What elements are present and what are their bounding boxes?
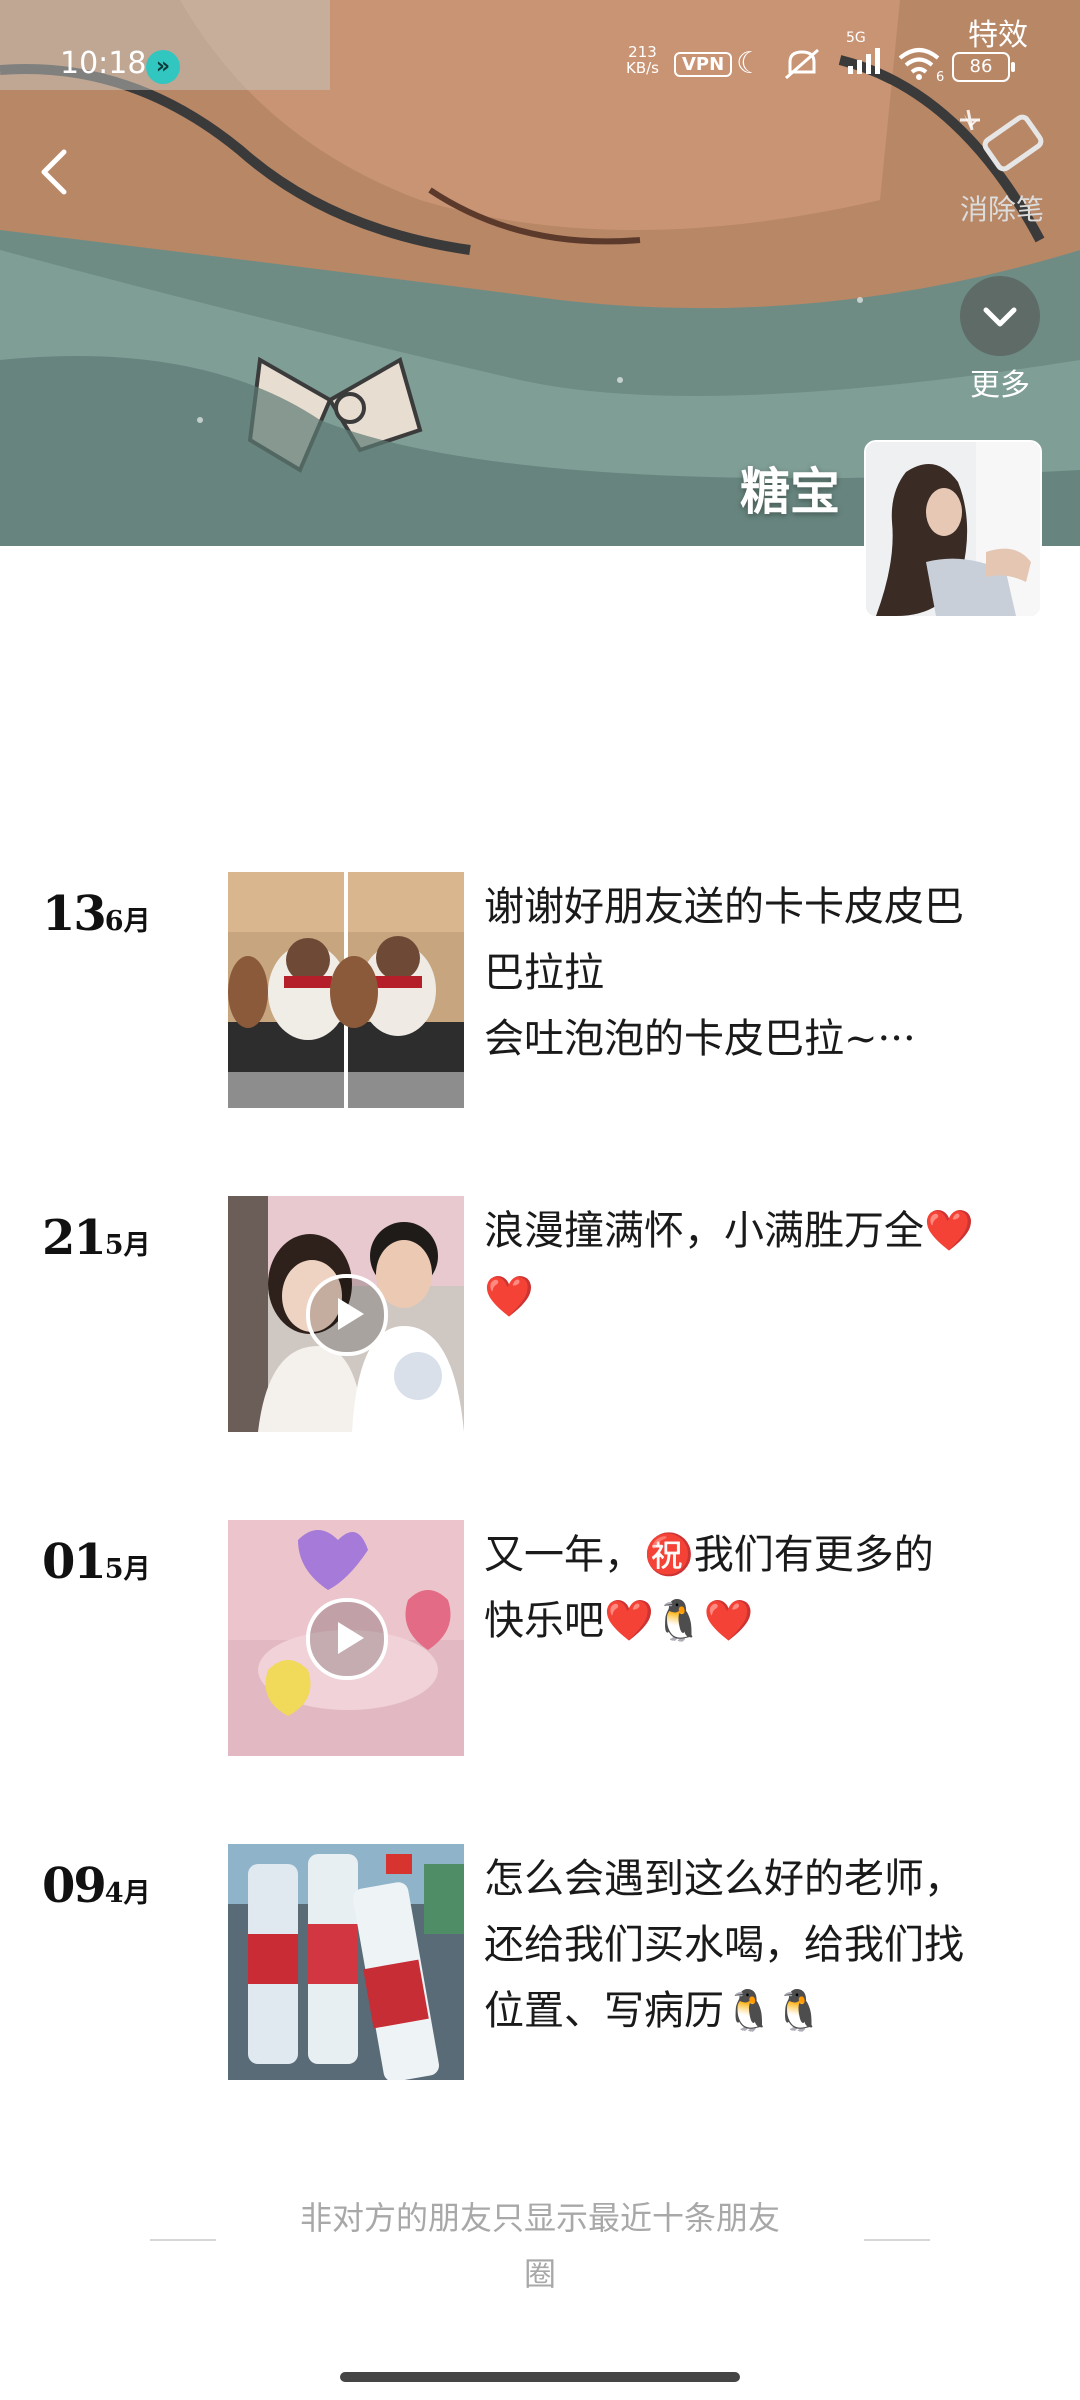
caption-line: 还给我们买水喝，给我们找 [484,1922,964,1968]
post-caption: 怎么会遇到这么好的老师， 还给我们买水喝，给我们找 位置、写病历🐧🐧 [484,1846,1044,2044]
post-date: 215月 [42,1210,151,1266]
cellular-signal-icon: 5G [846,30,886,84]
moment-post[interactable]: 094月 怎么会遇到这么好的老师， 还给我们买水喝，给我们找 位置、写病历🐧🐧 [0,1844,1080,2084]
post-caption: 又一年，㊗️我们有更多的 快乐吧❤️🐧❤️ [484,1522,1044,1654]
home-indicator[interactable] [340,2372,740,2382]
moon-icon: ☾ [736,46,763,81]
caption-line: 会吐泡泡的卡皮巴拉~··· [484,1016,916,1062]
post-month: 6月 [104,906,151,937]
chevron-down-icon [983,307,1017,327]
status-time: 10:18 [60,46,147,81]
post-thumbnail[interactable] [228,1844,464,2080]
note-line: 圈 [523,2255,556,2293]
post-caption: 浪漫撞满怀，小满胜万全❤️ ❤️ [484,1198,1044,1330]
capybara-toys-photo [228,872,464,1108]
caption-line: 位置、写病历🐧🐧 [484,1988,824,2034]
status-bar: 10:18 » 213 KB/s VPN ☾ 5G 6 86 [0,0,1080,130]
moment-post[interactable]: 215月 浪漫撞满怀，小满胜万全❤️ ❤️ [0,1196,1080,1436]
more-label: 更多 [970,368,1030,403]
caption-line: 浪漫撞满怀，小满胜万全❤️ [484,1208,974,1254]
play-icon[interactable] [306,1598,388,1680]
signal-label: 5G [846,30,866,46]
moment-post[interactable]: 136月 谢谢好朋友送的卡卡皮皮巴 巴拉拉 会吐泡泡的卡皮巴拉~··· [0,872,1080,1112]
effects-button[interactable]: 特效 [968,10,1028,54]
post-day: 09 [42,1858,107,1914]
eraser-label: 消除笔 [959,193,1044,226]
footer-divider [864,2239,930,2241]
more-button[interactable] [960,276,1040,356]
post-day: 13 [42,886,107,942]
post-date: 136月 [42,886,151,942]
caption-line: 又一年，㊗️我们有更多的 [484,1532,934,1578]
post-thumbnail[interactable] [228,872,464,1108]
post-thumbnail[interactable] [228,1196,464,1432]
profile-nickname: 糖宝 [740,462,840,521]
chevron-left-icon [41,149,67,195]
post-month: 5月 [104,1554,151,1585]
avatar-photo [866,442,1040,616]
post-month: 4月 [104,1878,151,1909]
post-date: 094月 [42,1858,151,1914]
note-line: 非对方的朋友只显示最近十条朋友 [299,2199,780,2237]
water-bottles-photo [228,1844,464,2080]
post-day: 21 [42,1210,107,1266]
post-day: 01 [42,1534,107,1590]
post-date: 015月 [42,1534,151,1590]
back-button[interactable] [30,142,80,202]
friend-visibility-note: 非对方的朋友只显示最近十条朋友 圈 [240,2190,840,2302]
caption-line: ❤️ [484,1274,534,1320]
caption-line: 谢谢好朋友送的卡卡皮皮巴 [484,884,964,930]
moment-post[interactable]: 015月 又一年，㊗️我们有更多的 快乐吧❤️🐧❤️ [0,1520,1080,1760]
eraser-button[interactable]: 消除笔 [950,100,1050,228]
wifi-label: 6 [936,70,945,85]
caption-line: 怎么会遇到这么好的老师， [484,1856,964,1902]
vpn-icon: VPN [674,52,733,77]
wifi-icon: 6 [896,46,945,88]
caption-line: 巴拉拉 [484,950,604,996]
post-caption: 谢谢好朋友送的卡卡皮皮巴 巴拉拉 会吐泡泡的卡皮巴拉~··· [484,874,1044,1072]
caption-line: 快乐吧❤️🐧❤️ [484,1598,754,1644]
network-speed-unit: KB/s [626,59,659,77]
network-speed: 213 KB/s [626,44,659,76]
mute-icon [782,46,822,90]
footer-divider [150,2239,216,2241]
app-notification-icon: » [146,50,180,84]
post-month: 5月 [104,1230,151,1261]
battery-icon: 86 [952,52,1015,82]
eraser-icon [960,109,1044,172]
post-thumbnail[interactable] [228,1520,464,1756]
play-icon[interactable] [306,1274,388,1356]
avatar[interactable] [864,440,1042,618]
